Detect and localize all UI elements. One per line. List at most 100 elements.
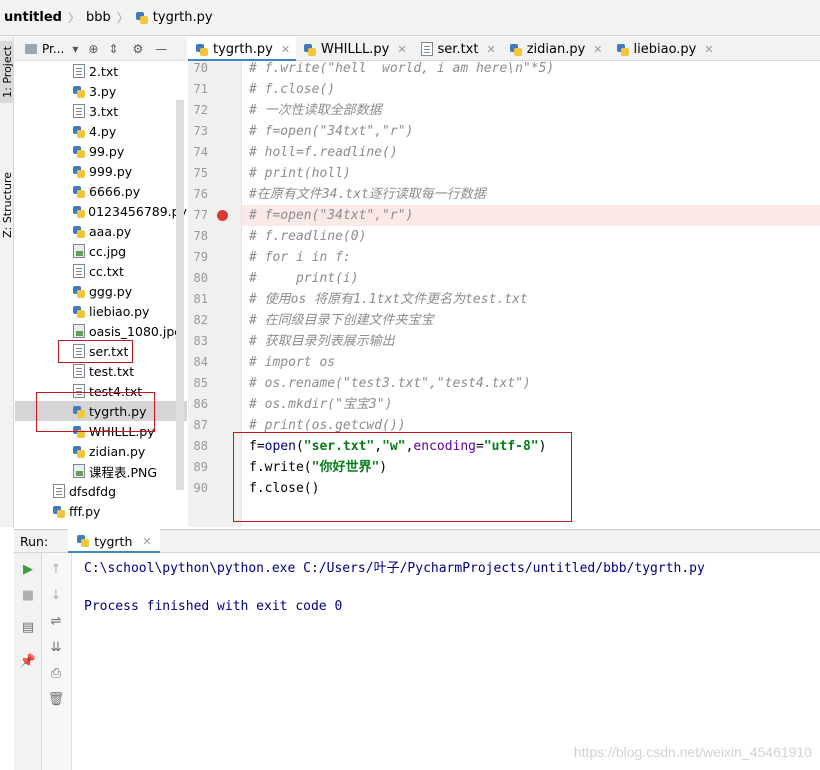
- breadcrumb-file[interactable]: tygrth.py: [135, 10, 213, 25]
- line-number: 81: [193, 292, 208, 306]
- locate-target-icon[interactable]: ⊕: [88, 42, 98, 56]
- trash-icon[interactable]: 🗑: [42, 689, 70, 709]
- print-icon[interactable]: ⎙: [42, 663, 70, 683]
- collapse-all-icon[interactable]: ⇕: [108, 42, 118, 56]
- tree-item[interactable]: ggg.py: [15, 281, 187, 301]
- pin-icon[interactable]: 📌: [14, 651, 42, 671]
- code-line: # 使用os 将原有1.1txt文件更名为test.txt: [249, 292, 528, 307]
- tree-item-label: 0123456789.py: [88, 203, 187, 219]
- run-panel-header: Run: tygrth ✕: [14, 529, 820, 554]
- editor-tab-label: WHILLL.py: [321, 41, 390, 57]
- close-icon[interactable]: ✕: [281, 43, 290, 56]
- scroll-to-end-icon[interactable]: ⇊: [42, 637, 70, 657]
- tree-item[interactable]: 课程表.PNG: [15, 461, 187, 481]
- tree-item[interactable]: oasis_1080.jpg: [15, 321, 187, 341]
- tree-item-label: 4.py: [89, 123, 117, 139]
- code-line: # f.write("hell world, i am here\n"*5): [249, 61, 555, 76]
- rerun-icon[interactable]: ▶: [14, 559, 42, 579]
- hide-panel-icon[interactable]: —: [155, 42, 167, 56]
- editor-tab[interactable]: liebiao.py ✕: [609, 37, 720, 61]
- tree-item[interactable]: fff.py: [15, 501, 187, 521]
- code-line: # print(holl): [249, 166, 351, 181]
- breakpoint-icon[interactable]: [217, 210, 228, 221]
- gear-icon[interactable]: ⚙: [132, 42, 143, 56]
- tree-item-label: test.txt: [89, 363, 135, 379]
- tree-item-label: cc.txt: [89, 263, 124, 279]
- code-line: # os.rename("test3.txt","test4.txt"): [249, 376, 531, 391]
- tree-scrollbar[interactable]: [176, 100, 184, 490]
- tree-item[interactable]: 4.py: [15, 121, 187, 141]
- line-number: 86: [193, 397, 208, 411]
- tree-item[interactable]: zidian.py: [15, 441, 187, 461]
- image-file-icon: [73, 464, 85, 478]
- dropdown-arrow-icon[interactable]: ▾: [72, 42, 78, 56]
- tree-item[interactable]: 0123456789.py: [15, 201, 187, 221]
- python-file-icon: [73, 224, 85, 238]
- line-number: 70: [193, 61, 208, 75]
- python-file-icon: [73, 144, 85, 158]
- tree-item[interactable]: dfsdfdg: [15, 481, 187, 501]
- code-line: # 获取目录列表展示输出: [249, 334, 395, 349]
- close-icon[interactable]: ✕: [397, 43, 406, 56]
- python-file-icon: [73, 284, 85, 298]
- editor-tab-label: ser.txt: [437, 41, 479, 57]
- tree-item-label: cc.jpg: [89, 243, 127, 259]
- line-number: 77: [193, 208, 208, 222]
- line-number: 89: [193, 460, 208, 474]
- tool-window-structure-tab[interactable]: Z: Structure: [0, 165, 14, 245]
- arrow-down-icon[interactable]: ↓: [42, 585, 70, 605]
- line-number: 83: [193, 334, 208, 348]
- tree-item-label: liebiao.py: [89, 303, 150, 319]
- tree-item[interactable]: test.txt: [15, 361, 187, 381]
- code-line: # for i in f:: [249, 250, 351, 265]
- close-icon[interactable]: ✕: [142, 535, 151, 548]
- project-view-selector[interactable]: Pr...: [42, 42, 64, 56]
- tree-item[interactable]: cc.jpg: [15, 241, 187, 261]
- tree-item[interactable]: liebiao.py: [15, 301, 187, 321]
- console-line: C:\school\python\python.exe C:/Users/叶子/…: [84, 561, 705, 576]
- code-line: # f.readline(0): [249, 229, 367, 244]
- breadcrumb: untitled 〉 bbb 〉 tygrth.py: [0, 0, 820, 36]
- code-line: #在原有文件34.txt逐行读取每一行数据: [249, 187, 486, 202]
- text-file-icon: [53, 484, 65, 498]
- code-line: # f.close(): [249, 82, 336, 97]
- layout-icon[interactable]: ▤: [14, 617, 42, 637]
- code-line: # os.mkdir("宝宝3"): [249, 397, 393, 412]
- tree-item-label: 3.py: [89, 83, 117, 99]
- python-file-icon: [509, 42, 522, 56]
- breadcrumb-separator: 〉: [67, 11, 80, 25]
- tree-item[interactable]: 99.py: [15, 141, 187, 161]
- python-file-icon: [73, 164, 85, 178]
- tree-item-label: 课程表.PNG: [89, 464, 158, 480]
- tree-item[interactable]: 6666.py: [15, 181, 187, 201]
- tree-item[interactable]: cc.txt: [15, 261, 187, 281]
- run-tab[interactable]: tygrth ✕: [68, 529, 161, 554]
- close-icon[interactable]: ✕: [593, 43, 602, 56]
- run-console-toolbar: ↑ ↓ ⇌ ⇊ ⎙ 🗑: [42, 553, 72, 770]
- soft-wrap-icon[interactable]: ⇌: [42, 611, 70, 631]
- tree-item-label: ggg.py: [89, 283, 133, 299]
- folder-icon: [25, 43, 37, 54]
- breadcrumb-folder[interactable]: bbb: [86, 10, 111, 25]
- arrow-up-icon[interactable]: ↑: [42, 559, 70, 579]
- breadcrumb-project[interactable]: untitled: [4, 10, 62, 25]
- editor-tab-label: liebiao.py: [633, 41, 697, 57]
- text-file-icon: [73, 264, 85, 278]
- tree-item[interactable]: aaa.py: [15, 221, 187, 241]
- close-icon[interactable]: ✕: [486, 43, 495, 56]
- tree-item[interactable]: 2.txt: [15, 61, 187, 81]
- line-number: 82: [193, 313, 208, 327]
- code-line: # f=open("34txt","r"): [249, 124, 414, 139]
- tree-item[interactable]: 999.py: [15, 161, 187, 181]
- close-icon[interactable]: ✕: [704, 43, 713, 56]
- tool-window-project-tab[interactable]: 1: Project: [0, 41, 14, 103]
- line-number: 88: [193, 439, 208, 453]
- tree-item[interactable]: 3.txt: [15, 101, 187, 121]
- tree-item[interactable]: 3.py: [15, 81, 187, 101]
- run-console[interactable]: C:\school\python\python.exe C:/Users/叶子/…: [72, 553, 820, 770]
- line-number: 80: [193, 271, 208, 285]
- python-file-icon: [73, 304, 85, 318]
- line-number: 85: [193, 376, 208, 390]
- tree-item-label: 3.txt: [89, 103, 119, 119]
- stop-icon[interactable]: ■: [14, 585, 42, 605]
